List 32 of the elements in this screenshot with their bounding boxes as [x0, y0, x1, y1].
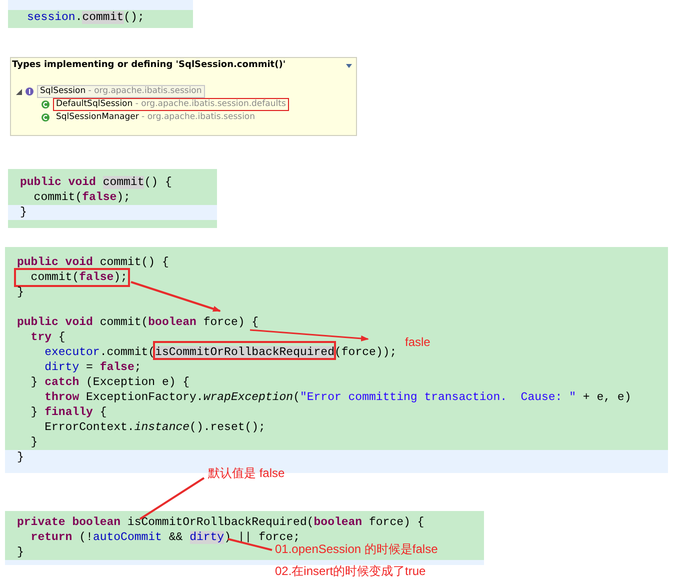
code-line: }	[17, 450, 24, 465]
code-line: } finally {	[30, 405, 107, 420]
code-line: commit(false);	[30, 270, 128, 285]
type-item[interactable]: SqlSessionManager - org.apache.ibatis.session	[53, 111, 258, 124]
code-line: throw ExceptionFactory.wrapException("Error committing transaction. Cause: " + e, e)	[44, 390, 632, 405]
code-line: public void commit(boolean force) {	[17, 315, 259, 330]
code-line: ErrorContext.instance().reset();	[44, 420, 266, 435]
annotation-text: 默认值是 false	[208, 465, 285, 482]
expand-triangle-icon[interactable]	[16, 88, 22, 94]
annotation-text: fasle	[405, 334, 430, 351]
annotation-text: 01.openSession 的时候是false	[275, 542, 438, 558]
annotation-text: 02.在insert的时候变成了true	[275, 563, 426, 580]
code-line: session.commit();	[27, 10, 144, 25]
code-line: commit(false);	[32, 190, 130, 205]
popup-title: Types implementing or defining 'SqlSession.commit()'	[12, 59, 286, 72]
code-line: try {	[30, 330, 66, 345]
code-line: }	[20, 205, 27, 220]
class-icon	[41, 113, 50, 122]
code-line: public void commit() {	[20, 175, 172, 190]
code-line: dirty = false;	[44, 360, 142, 375]
type-item[interactable]: SqlSession - org.apache.ibatis.session	[37, 85, 205, 98]
dropdown-caret-icon[interactable]	[346, 64, 352, 68]
code-line: private boolean isCommitOrRollbackRequired(boolean force) {	[17, 515, 424, 530]
code-line: } catch (Exception e) {	[30, 375, 190, 390]
code-line: executor.commit(isCommitOrRollbackRequired(force));	[44, 345, 397, 360]
type-item[interactable]: DefaultSqlSession - org.apache.ibatis.session.defaults	[53, 98, 289, 111]
code-line: }	[17, 285, 24, 300]
code-line: }	[30, 435, 38, 450]
code-line: }	[17, 545, 24, 560]
class-icon	[41, 100, 50, 109]
interface-icon	[25, 87, 34, 96]
code-line: public void commit() {	[17, 255, 169, 270]
